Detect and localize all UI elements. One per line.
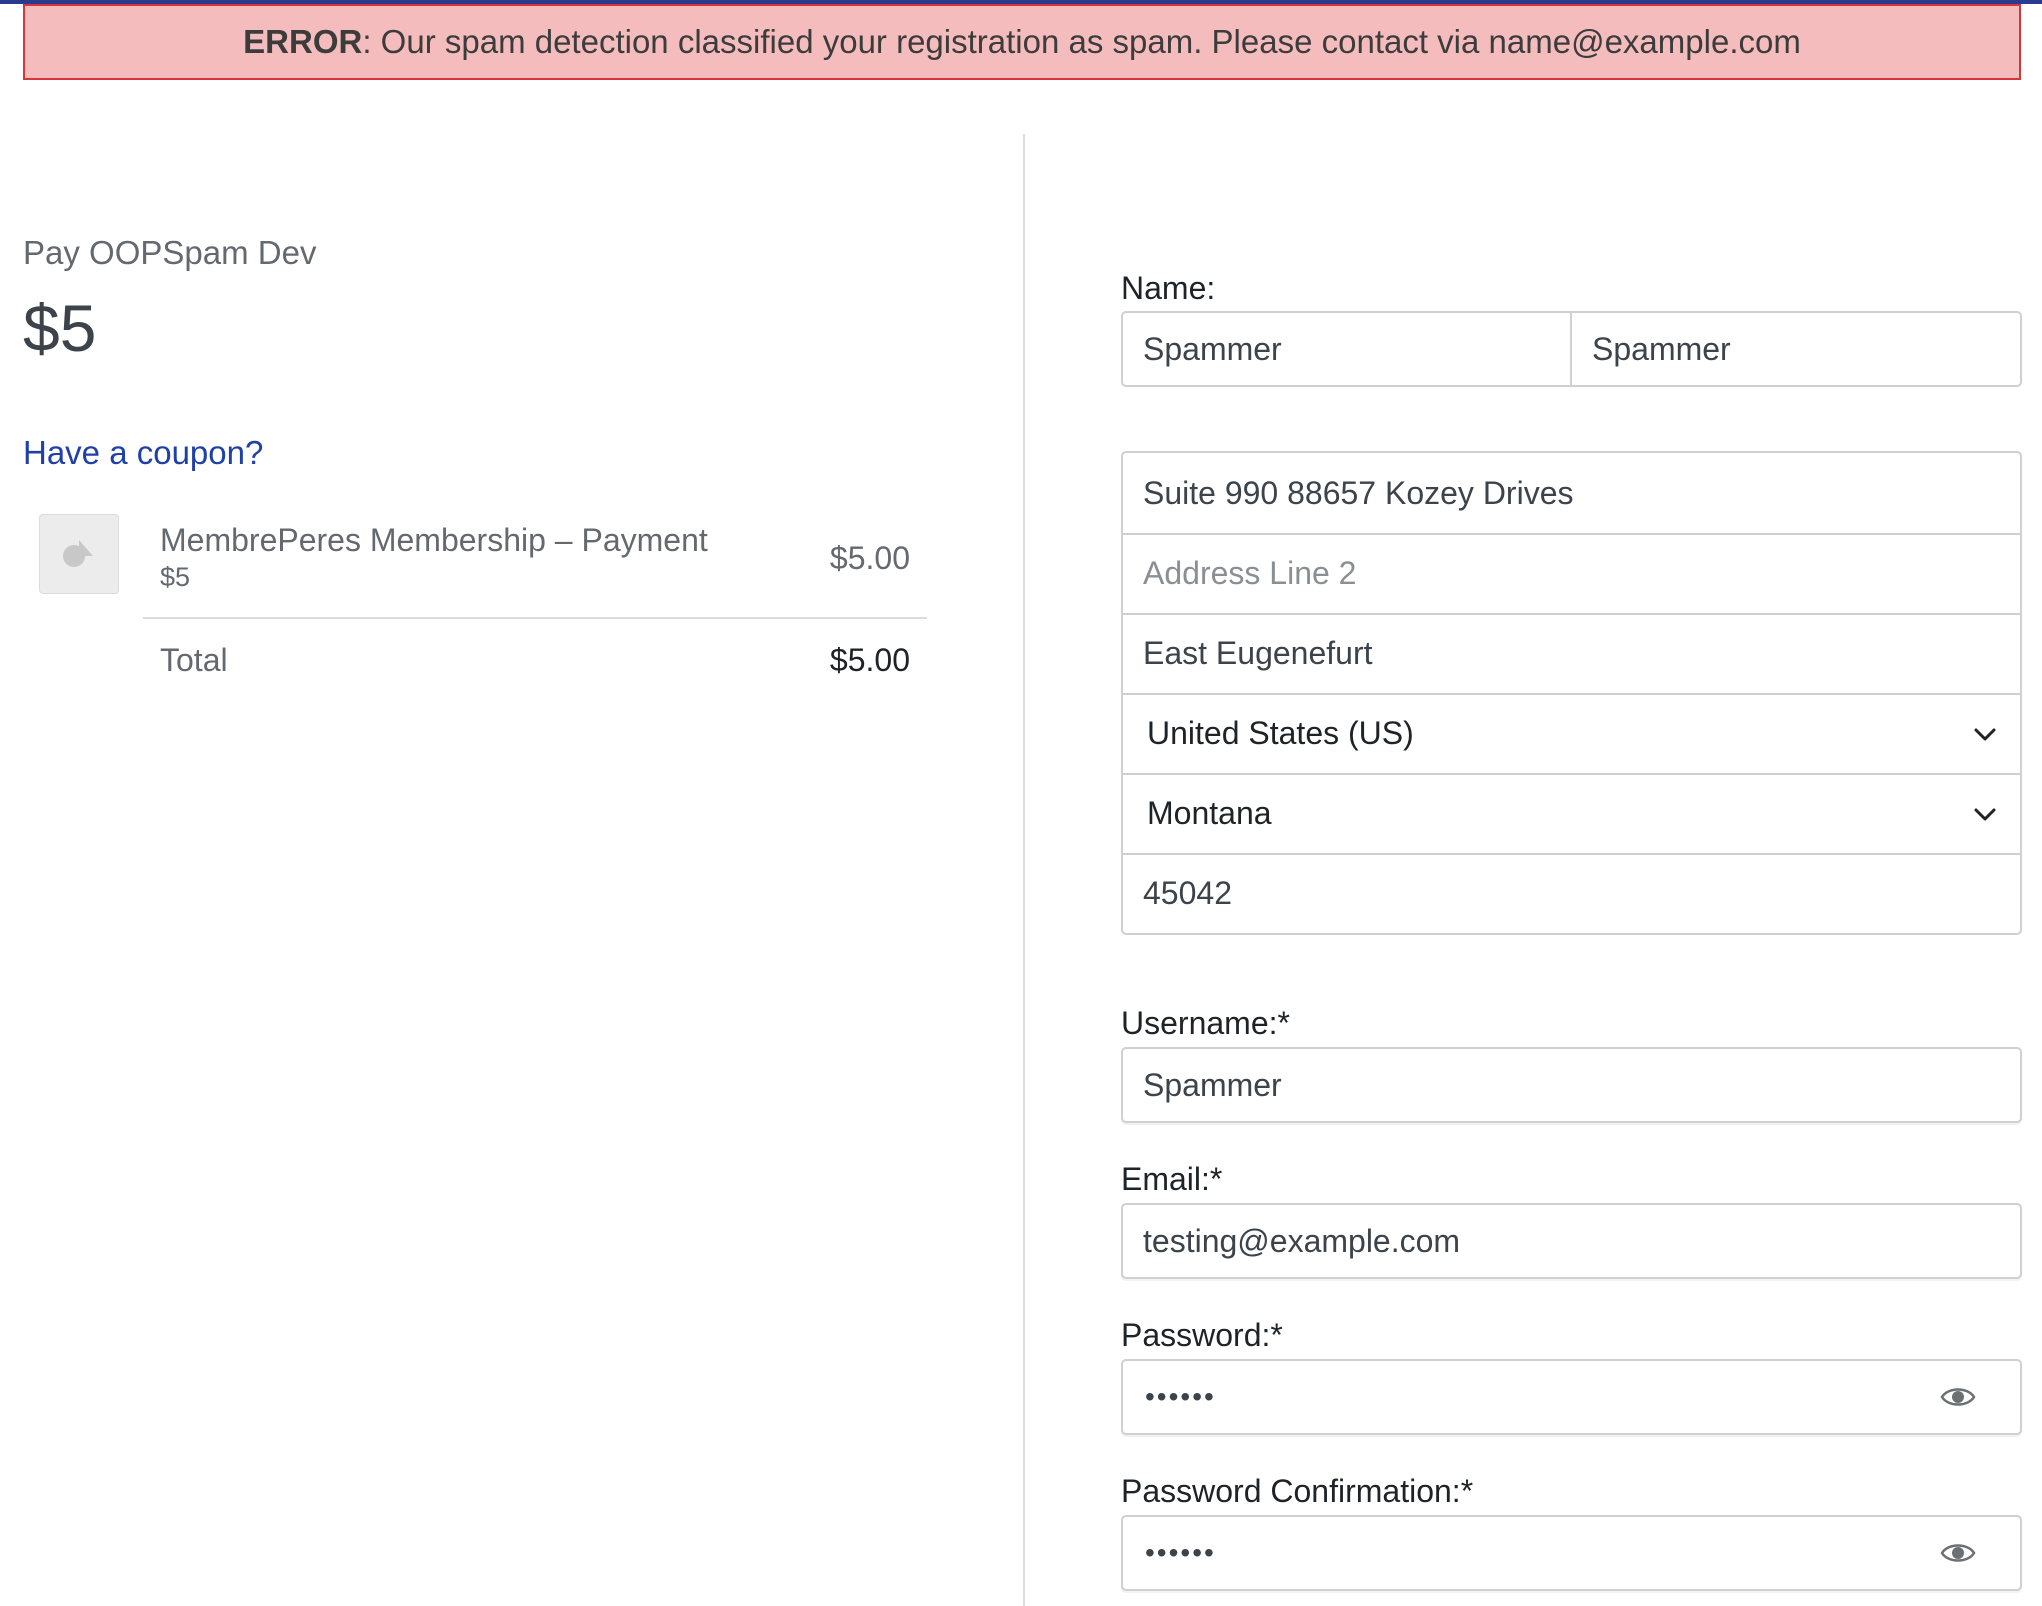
chevron-down-icon: [1974, 808, 1996, 821]
username-field[interactable]: Spammer: [1121, 1047, 2022, 1123]
name-fields: Spammer Spammer: [1121, 311, 2022, 387]
name-label: Name:: [1121, 270, 1216, 306]
item-thumbnail: [39, 514, 119, 594]
first-name-field[interactable]: Spammer: [1121, 311, 1572, 387]
item-price: $5.00: [829, 540, 910, 576]
password-mask: ••••••: [1145, 1381, 1216, 1412]
eye-icon[interactable]: [1940, 1539, 1976, 1567]
pay-amount: $5: [23, 291, 97, 365]
item-sub-price: $5: [160, 562, 191, 592]
eye-icon[interactable]: [1940, 1383, 1976, 1411]
total-label: Total: [160, 642, 228, 678]
state-select[interactable]: Montana: [1123, 773, 2020, 855]
password-confirm-mask: ••••••: [1145, 1537, 1216, 1568]
zip-field[interactable]: 45042: [1123, 853, 2020, 933]
address-line2-field[interactable]: Address Line 2: [1123, 533, 2020, 615]
last-name-field[interactable]: Spammer: [1570, 311, 2022, 387]
error-message: : Our spam detection classified your reg…: [362, 23, 1801, 60]
city-value: East Eugenefurt: [1143, 635, 1373, 671]
password-confirm-field[interactable]: ••••••: [1121, 1515, 2022, 1591]
password-confirm-label: Password Confirmation:*: [1121, 1473, 1474, 1509]
country-value: United States (US): [1147, 715, 1414, 751]
image-placeholder-icon: [63, 540, 93, 567]
address-line2-placeholder: Address Line 2: [1143, 555, 1357, 591]
address-line1-value: Suite 990 88657 Kozey Drives: [1143, 475, 1574, 511]
address-fields: Suite 990 88657 Kozey Drives Address Lin…: [1121, 451, 2022, 935]
error-banner: ERROR: Our spam detection classified you…: [23, 4, 2021, 80]
item-divider: [143, 617, 927, 619]
column-divider: [1023, 134, 1025, 1606]
item-name: MembrePeres Membership – Payment: [160, 522, 708, 558]
chevron-down-icon: [1974, 728, 1996, 741]
state-value: Montana: [1147, 795, 1272, 831]
email-field[interactable]: testing@example.com: [1121, 1203, 2022, 1279]
last-name-value: Spammer: [1592, 331, 1731, 367]
email-value: testing@example.com: [1143, 1223, 1461, 1259]
coupon-link[interactable]: Have a coupon?: [23, 434, 263, 472]
total-value: $5.00: [829, 642, 910, 678]
country-select[interactable]: United States (US): [1123, 693, 2020, 775]
pay-title: Pay OOPSpam Dev: [23, 234, 317, 271]
username-label: Username:*: [1121, 1005, 1290, 1041]
zip-value: 45042: [1143, 875, 1232, 911]
username-value: Spammer: [1143, 1067, 1282, 1103]
email-label: Email:*: [1121, 1161, 1223, 1197]
address-line1-field[interactable]: Suite 990 88657 Kozey Drives: [1123, 453, 2020, 535]
first-name-value: Spammer: [1143, 331, 1282, 367]
password-field[interactable]: ••••••: [1121, 1359, 2022, 1435]
password-label: Password:*: [1121, 1317, 1283, 1353]
error-prefix: ERROR: [243, 23, 363, 60]
city-field[interactable]: East Eugenefurt: [1123, 613, 2020, 695]
